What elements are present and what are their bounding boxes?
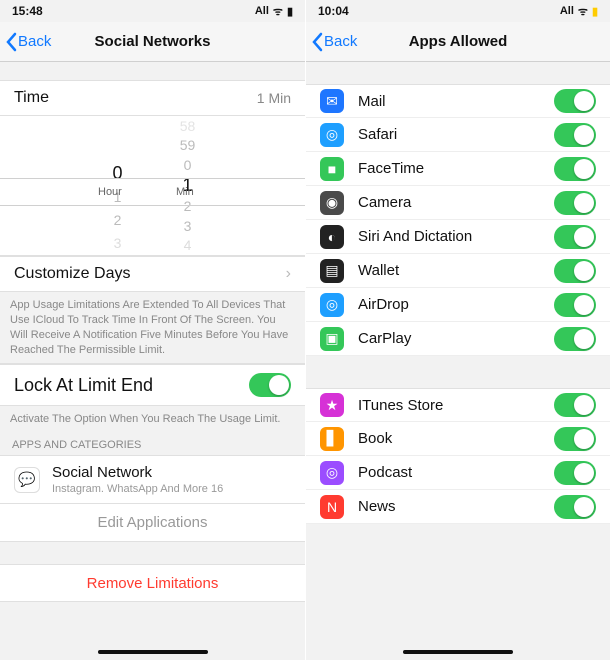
status-carrier: All xyxy=(560,5,574,17)
back-button[interactable]: Back xyxy=(0,32,51,52)
book-icon: ▋ xyxy=(320,427,344,451)
toggle-wallet[interactable] xyxy=(554,259,596,283)
toggle-siri[interactable] xyxy=(554,225,596,249)
chevron-left-icon xyxy=(310,32,324,52)
edit-applications-button[interactable]: Edit Applications xyxy=(0,504,305,542)
apps-group-2: ★ ITunes Store ▋ Book ◎ Podcast N News xyxy=(306,388,610,524)
app-name: FaceTime xyxy=(358,160,554,177)
battery-low-icon: ▮ xyxy=(592,5,598,18)
toggle-itunes[interactable] xyxy=(554,393,596,417)
app-row-airdrop[interactable]: ◎ AirDrop xyxy=(306,288,610,322)
toggle-facetime[interactable] xyxy=(554,157,596,181)
phone-left: 15:48 All ᯤ ▮ Back Social Networks Time … xyxy=(0,0,305,660)
chat-icon: 💬 xyxy=(14,467,40,493)
time-picker[interactable]: 0 1 2 3 58 59 0 1 2 3 4 Hour Min xyxy=(0,116,305,256)
toggle-mail[interactable] xyxy=(554,89,596,113)
usage-note: App Usage Limitations Are Extended To Al… xyxy=(0,292,305,364)
app-name: News xyxy=(358,498,554,515)
toggle-airdrop[interactable] xyxy=(554,293,596,317)
app-row-itunes[interactable]: ★ ITunes Store xyxy=(306,388,610,422)
app-name: Podcast xyxy=(358,464,554,481)
apps-group-1: ✉ Mail ◎ Safari ■ FaceTime ◉ Camera ◐ Siri And Di… xyxy=(306,84,610,356)
app-row-safari[interactable]: ◎ Safari xyxy=(306,118,610,152)
app-row-podcast[interactable]: ◎ Podcast xyxy=(306,456,610,490)
camera-icon: ◉ xyxy=(320,191,344,215)
lock-toggle[interactable] xyxy=(249,373,291,397)
app-row-wallet[interactable]: ▤ Wallet xyxy=(306,254,610,288)
app-name: Siri And Dictation xyxy=(358,228,554,245)
itunes-icon: ★ xyxy=(320,393,344,417)
lock-note: Activate The Option When You Reach The U… xyxy=(0,406,305,433)
hour-unit: Hour xyxy=(98,186,122,198)
news-icon: N xyxy=(320,495,344,519)
toggle-camera[interactable] xyxy=(554,191,596,215)
page-title: Social Networks xyxy=(95,33,211,50)
chevron-right-icon: › xyxy=(282,265,291,283)
status-time: 15:48 xyxy=(12,4,255,18)
app-row-facetime[interactable]: ■ FaceTime xyxy=(306,152,610,186)
status-bar: 15:48 All ᯤ ▮ xyxy=(0,0,305,22)
app-name: Mail xyxy=(358,93,554,110)
lock-at-limit-row[interactable]: Lock At Limit End xyxy=(0,364,305,406)
app-name: CarPlay xyxy=(358,330,554,347)
min-unit: Min xyxy=(176,186,194,198)
phone-right: 10:04 All ᯤ ▮ Back Apps Allowed ✉ Mail ◎ Sa… xyxy=(305,0,610,660)
status-time: 10:04 xyxy=(318,4,560,18)
page-title: Apps Allowed xyxy=(409,33,508,50)
battery-icon: ▮ xyxy=(287,5,293,18)
app-name: ITunes Store xyxy=(358,397,554,414)
app-name: AirDrop xyxy=(358,296,554,313)
toggle-podcast[interactable] xyxy=(554,461,596,485)
app-row-book[interactable]: ▋ Book xyxy=(306,422,610,456)
safari-icon: ◎ xyxy=(320,123,344,147)
time-row[interactable]: Time 1 Min xyxy=(0,80,305,116)
app-row-camera[interactable]: ◉ Camera xyxy=(306,186,610,220)
app-name: Book xyxy=(358,430,554,447)
app-name: Safari xyxy=(358,126,554,143)
nav-bar: Back Social Networks xyxy=(0,22,305,62)
app-name: Camera xyxy=(358,194,554,211)
home-indicator[interactable] xyxy=(403,650,513,654)
app-row-news[interactable]: N News xyxy=(306,490,610,524)
wifi-icon: ᯤ xyxy=(273,4,283,19)
wallet-icon: ▤ xyxy=(320,259,344,283)
customize-days-row[interactable]: Customize Days › xyxy=(0,256,305,292)
chevron-left-icon xyxy=(4,32,18,52)
facetime-icon: ■ xyxy=(320,157,344,181)
toggle-carplay[interactable] xyxy=(554,327,596,351)
app-name: Wallet xyxy=(358,262,554,279)
app-row-mail[interactable]: ✉ Mail xyxy=(306,84,610,118)
toggle-book[interactable] xyxy=(554,427,596,451)
nav-bar: Back Apps Allowed xyxy=(306,22,610,62)
app-row-carplay[interactable]: ▣ CarPlay xyxy=(306,322,610,356)
mail-icon: ✉ xyxy=(320,89,344,113)
remove-limitations-button[interactable]: Remove Limitations xyxy=(0,564,305,602)
apps-categories-header: APPS AND CATEGORIES xyxy=(0,433,305,455)
category-row[interactable]: 💬 Social Network Instagram. WhatsApp And… xyxy=(0,455,305,504)
toggle-safari[interactable] xyxy=(554,123,596,147)
airdrop-icon: ◎ xyxy=(320,293,344,317)
status-bar: 10:04 All ᯤ ▮ xyxy=(306,0,610,22)
siri-icon: ◐ xyxy=(320,225,344,249)
toggle-news[interactable] xyxy=(554,495,596,519)
app-row-siri[interactable]: ◐ Siri And Dictation xyxy=(306,220,610,254)
status-carrier: All xyxy=(255,5,269,17)
home-indicator[interactable] xyxy=(98,650,208,654)
back-button[interactable]: Back xyxy=(306,32,357,52)
podcast-icon: ◎ xyxy=(320,461,344,485)
wifi-icon: ᯤ xyxy=(578,4,588,19)
carplay-icon: ▣ xyxy=(320,327,344,351)
